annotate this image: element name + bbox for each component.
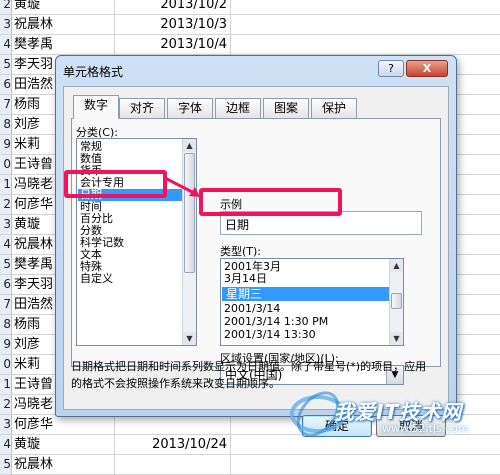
format-description: 日期格式把日期和时间系列数显示为日期值。除了带星号(*)的项目，应用的格式不会按… [71, 360, 427, 390]
type-item-weekday[interactable]: 星期三 [222, 287, 392, 301]
row-number[interactable]: 4 [0, 35, 12, 54]
date-cell[interactable] [113, 415, 231, 434]
name-cell[interactable]: 何彦华 [12, 415, 115, 434]
highlight-date-category [64, 170, 167, 198]
name-cell[interactable]: 黄璇 [12, 0, 115, 14]
table-row[interactable]: 2 黄璇 2013/10/2 [0, 0, 500, 15]
tab-border[interactable]: 边框 [215, 98, 261, 118]
scroll-up-icon[interactable]: ▲ [183, 139, 196, 152]
date-cell[interactable]: 2013/10/4 [113, 35, 231, 54]
row-number[interactable]: 8 [0, 115, 12, 134]
row-number[interactable]: 7 [0, 295, 12, 314]
tab-font[interactable]: 字体 [167, 98, 213, 118]
row-number[interactable]: 5 [0, 55, 12, 74]
scroll-thumb[interactable] [391, 293, 402, 309]
number-tab-panel: 分类(C): 常规 数值 货币 会计专用 日期 时间 百分比 分数 科学记数 文… [71, 118, 441, 385]
type-item-month-day[interactable]: 3月14日 [224, 273, 267, 285]
row-number[interactable]: 5 [0, 455, 12, 474]
row-number[interactable]: 2 [0, 395, 12, 414]
empty-cell[interactable] [231, 455, 500, 474]
tab-pattern[interactable]: 图案 [263, 98, 309, 118]
date-cell[interactable] [113, 455, 231, 474]
scroll-up-icon[interactable]: ▲ [390, 259, 403, 272]
empty-cell[interactable] [231, 0, 500, 14]
scroll-thumb[interactable] [184, 153, 195, 273]
name-cell[interactable]: 黄璇 [12, 435, 115, 454]
type-label: 类型(T): [220, 245, 262, 258]
type-item-ymd-24h[interactable]: 2001/3/14 13:30 [224, 329, 316, 341]
table-row[interactable]: 3 祝晨林 2013/10/3 [0, 15, 500, 35]
sample-value: 日期 [225, 218, 250, 232]
arrow-icon [164, 176, 200, 197]
highlight-weekday-type [199, 188, 342, 216]
dialog-titlebar[interactable]: 单元格格式 ? X [56, 56, 456, 84]
row-number[interactable]: 3 [0, 415, 12, 434]
row-number[interactable]: 6 [0, 75, 12, 94]
row-number[interactable]: 5 [0, 255, 12, 274]
row-number[interactable]: 9 [0, 335, 12, 354]
type-item-ymd[interactable]: 2001/3/14 [224, 303, 280, 315]
row-number[interactable]: 2 [0, 0, 12, 14]
category-item-custom[interactable]: 自定义 [80, 273, 113, 285]
name-cell[interactable]: 祝晨林 [12, 455, 115, 474]
date-cell[interactable]: 2013/10/2 [113, 0, 231, 14]
row-number[interactable]: 4 [0, 435, 12, 454]
help-button[interactable]: ? [378, 60, 404, 77]
empty-cell[interactable] [231, 35, 500, 54]
row-number[interactable]: 1 [0, 375, 12, 394]
format-cells-dialog: 单元格格式 ? X 数字 对齐 字体 边框 图案 保护 分类(C): 常规 数值… [55, 55, 457, 437]
row-number[interactable]: 2 [0, 195, 12, 214]
category-scrollbar[interactable]: ▲ ▼ [182, 139, 196, 345]
row-number[interactable]: 6 [0, 275, 12, 294]
name-cell[interactable]: 樊孝禹 [12, 35, 115, 54]
scroll-down-icon[interactable]: ▼ [390, 332, 403, 345]
name-cell[interactable]: 祝晨林 [12, 15, 115, 34]
watermark: 我爱IT技术网 www.52itjs.com [286, 388, 500, 441]
table-row[interactable]: 4 樊孝禹 2013/10/4 [0, 35, 500, 55]
dialog-body: 数字 对齐 字体 边框 图案 保护 分类(C): 常规 数值 货币 会计专用 日… [63, 86, 449, 437]
row-number[interactable]: 7 [0, 95, 12, 114]
row-number[interactable]: 1 [0, 175, 12, 194]
row-number[interactable]: 9 [0, 135, 12, 154]
watermark-text: 我爱IT技术网 [334, 400, 463, 424]
empty-cell[interactable] [231, 15, 500, 34]
type-item-ymd-pm[interactable]: 2001/3/14 1:30 PM [224, 316, 328, 328]
dialog-title: 单元格格式 [63, 65, 124, 79]
date-cell[interactable]: 2013/10/24 [113, 435, 231, 454]
table-row[interactable]: 5 祝晨林 [0, 455, 500, 475]
type-scrollbar[interactable]: ▲ ▼ [389, 259, 403, 345]
tab-alignment[interactable]: 对齐 [119, 98, 165, 118]
date-cell[interactable]: 2013/10/3 [113, 15, 231, 34]
tab-protection[interactable]: 保护 [311, 98, 357, 118]
row-number[interactable]: 4 [0, 235, 12, 254]
row-number[interactable]: 0 [0, 355, 12, 374]
type-list[interactable]: 2001年3月 3月14日 星期三 2001/3/14 2001/3/14 1:… [220, 258, 404, 346]
row-number[interactable]: 3 [0, 15, 12, 34]
row-number[interactable]: 0 [0, 155, 12, 174]
row-number[interactable]: 3 [0, 215, 12, 234]
tab-number[interactable]: 数字 [73, 95, 119, 119]
row-number[interactable]: 8 [0, 315, 12, 334]
watermark-url: www.52itjs.com [382, 422, 469, 435]
scroll-down-icon[interactable]: ▼ [183, 332, 196, 345]
close-button[interactable]: X [406, 60, 448, 77]
